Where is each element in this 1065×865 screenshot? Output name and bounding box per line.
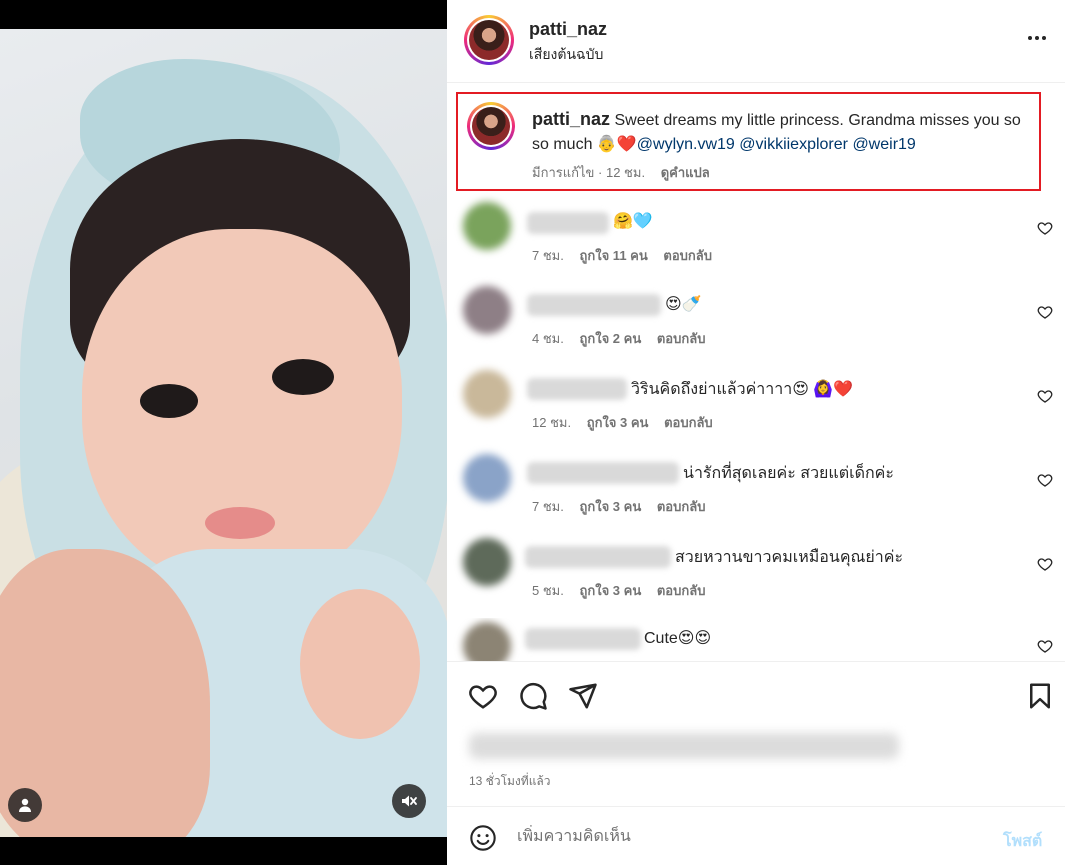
commenter-name[interactable] xyxy=(527,378,627,400)
comment-text: 🤗🩵 xyxy=(613,213,653,230)
user-tag-button[interactable] xyxy=(8,788,42,822)
commenter-avatar[interactable] xyxy=(463,454,511,502)
comment-likes[interactable]: ถูกใจ 3 คน xyxy=(579,499,641,514)
heart-icon[interactable] xyxy=(1037,638,1053,654)
meta-dot: · xyxy=(598,165,606,180)
caption-username[interactable]: patti_naz xyxy=(532,109,610,129)
commenter-avatar[interactable] xyxy=(463,622,511,661)
heart-icon[interactable] xyxy=(1037,220,1053,236)
comment-likes[interactable]: ถูกใจ 3 คน xyxy=(579,583,641,598)
comment-time: 12 ชม. xyxy=(532,415,572,430)
reply-button[interactable]: ตอบกลับ xyxy=(657,499,706,514)
heart-icon[interactable] xyxy=(1037,388,1053,404)
user-icon xyxy=(19,798,31,812)
caption-highlight: patti_naz Sweet dreams my little princes… xyxy=(456,92,1041,191)
caption-avatar[interactable] xyxy=(467,102,515,150)
commenter-name[interactable] xyxy=(527,294,661,316)
commenter-avatar[interactable] xyxy=(463,370,511,418)
comment-item: สวยหวานขาวคมเหมือนคุณย่าค่ะ 5 ชม. ถูกใจ … xyxy=(447,534,1065,618)
comment-text: น่ารักที่สุดเลยค่ะ สวยแต่เด็กค่ะ xyxy=(683,465,894,482)
emoji-icon[interactable] xyxy=(469,824,497,852)
commenter-avatar[interactable] xyxy=(463,202,511,250)
commenter-name[interactable] xyxy=(527,212,609,234)
mention-link[interactable]: @weir19 xyxy=(852,136,915,153)
post-time[interactable]: 13 ชั่วโมงที่แล้ว xyxy=(469,772,551,791)
comment-likes[interactable]: ถูกใจ 3 คน xyxy=(587,415,649,430)
caption-time: 12 ชม. xyxy=(605,165,646,180)
more-options-button[interactable] xyxy=(1025,28,1049,48)
hand-shape xyxy=(300,589,420,739)
more-icon xyxy=(1028,36,1046,40)
heart-icon[interactable] xyxy=(1037,304,1053,320)
comment-text: สวยหวานขาวคมเหมือนคุณย่าค่ะ xyxy=(675,549,904,566)
heart-icon[interactable] xyxy=(1037,472,1053,488)
translate-link[interactable]: ดูคำแปล xyxy=(661,165,710,180)
reply-button[interactable]: ตอบกลับ xyxy=(657,331,706,346)
comment-meta: 5 ชม. ถูกใจ 3 คน ตอบกลับ xyxy=(532,580,717,601)
mute-button[interactable] xyxy=(392,784,426,818)
mention-link[interactable]: @vikkiiexplorer xyxy=(739,136,848,153)
caption-meta: มีการแก้ไข · 12 ชม. ดูคำแปล xyxy=(532,162,710,183)
comment-item: 😍🍼 4 ชม. ถูกใจ 2 คน ตอบกลับ xyxy=(447,282,1065,366)
comment-text: Cute😍😍 xyxy=(644,630,712,647)
mouth xyxy=(205,507,275,539)
comment-likes[interactable]: ถูกใจ 2 คน xyxy=(579,331,641,346)
mention-link[interactable]: @wylyn.vw19 xyxy=(637,136,735,153)
reply-button[interactable]: ตอบกลับ xyxy=(663,248,712,263)
comment-time: 7 ชม. xyxy=(532,499,564,514)
comment-time: 7 ชม. xyxy=(532,248,564,263)
comment-icon[interactable] xyxy=(518,681,548,711)
heart-icon[interactable] xyxy=(1037,556,1053,572)
share-icon[interactable] xyxy=(568,681,598,711)
reply-button[interactable]: ตอบกลับ xyxy=(657,583,706,598)
author-avatar[interactable] xyxy=(464,15,514,65)
baby-photo[interactable] xyxy=(0,29,447,837)
caption-text: patti_naz Sweet dreams my little princes… xyxy=(532,107,1032,157)
right-eye xyxy=(272,359,334,395)
bookmark-icon[interactable] xyxy=(1025,681,1055,711)
mute-icon xyxy=(402,795,417,807)
commenter-name[interactable] xyxy=(525,546,671,568)
caption-emoji: 👵❤️ xyxy=(596,136,637,153)
heart-icon[interactable] xyxy=(468,681,498,711)
post-header: patti_naz เสียงต้นฉบับ xyxy=(447,0,1065,83)
edited-label: มีการแก้ไข xyxy=(532,165,595,180)
liked-by-summary[interactable] xyxy=(469,733,899,759)
audio-label[interactable]: เสียงต้นฉบับ xyxy=(529,44,603,66)
commenter-name[interactable] xyxy=(527,462,679,484)
commenter-avatar[interactable] xyxy=(463,286,511,334)
comment-composer: โพสต์ xyxy=(447,806,1065,865)
comment-item: Cute😍😍 xyxy=(447,618,1065,661)
post-media[interactable] xyxy=(0,0,447,865)
comment-meta: 12 ชม. ถูกใจ 3 คน ตอบกลับ xyxy=(532,412,725,433)
comment-likes[interactable]: ถูกใจ 11 คน xyxy=(579,248,647,263)
reply-button[interactable]: ตอบกลับ xyxy=(664,415,713,430)
comment-meta: 7 ชม. ถูกใจ 11 คน ตอบกลับ xyxy=(532,245,724,266)
post-actions: 13 ชั่วโมงที่แล้ว xyxy=(447,661,1065,806)
commenter-avatar[interactable] xyxy=(463,538,511,586)
comment-item: น่ารักที่สุดเลยค่ะ สวยแต่เด็กค่ะ 7 ชม. ถ… xyxy=(447,450,1065,534)
comment-text: วิรินคิดถึงย่าแล้วค่าาาา😍 🙆‍♀️❤️ xyxy=(631,381,854,398)
comment-text: 😍🍼 xyxy=(665,296,702,313)
left-eye xyxy=(140,384,198,418)
author-username[interactable]: patti_naz xyxy=(529,19,607,40)
comment-time: 5 ชม. xyxy=(532,583,564,598)
commenter-name[interactable] xyxy=(525,628,641,650)
comment-item: 🤗🩵 7 ชม. ถูกใจ 11 คน ตอบกลับ xyxy=(447,198,1065,282)
comment-item: วิรินคิดถึงย่าแล้วค่าาาา😍 🙆‍♀️❤️ 12 ชม. … xyxy=(447,366,1065,450)
post-panel: patti_naz เสียงต้นฉบับ patti_naz Sweet d… xyxy=(447,0,1065,865)
comment-meta: 7 ชม. ถูกใจ 3 คน ตอบกลับ xyxy=(532,496,717,517)
post-button[interactable]: โพสต์ xyxy=(1003,829,1042,854)
comment-input[interactable] xyxy=(517,825,977,849)
comment-meta: 4 ชม. ถูกใจ 2 คน ตอบกลับ xyxy=(532,328,717,349)
comment-time: 4 ชม. xyxy=(532,331,564,346)
